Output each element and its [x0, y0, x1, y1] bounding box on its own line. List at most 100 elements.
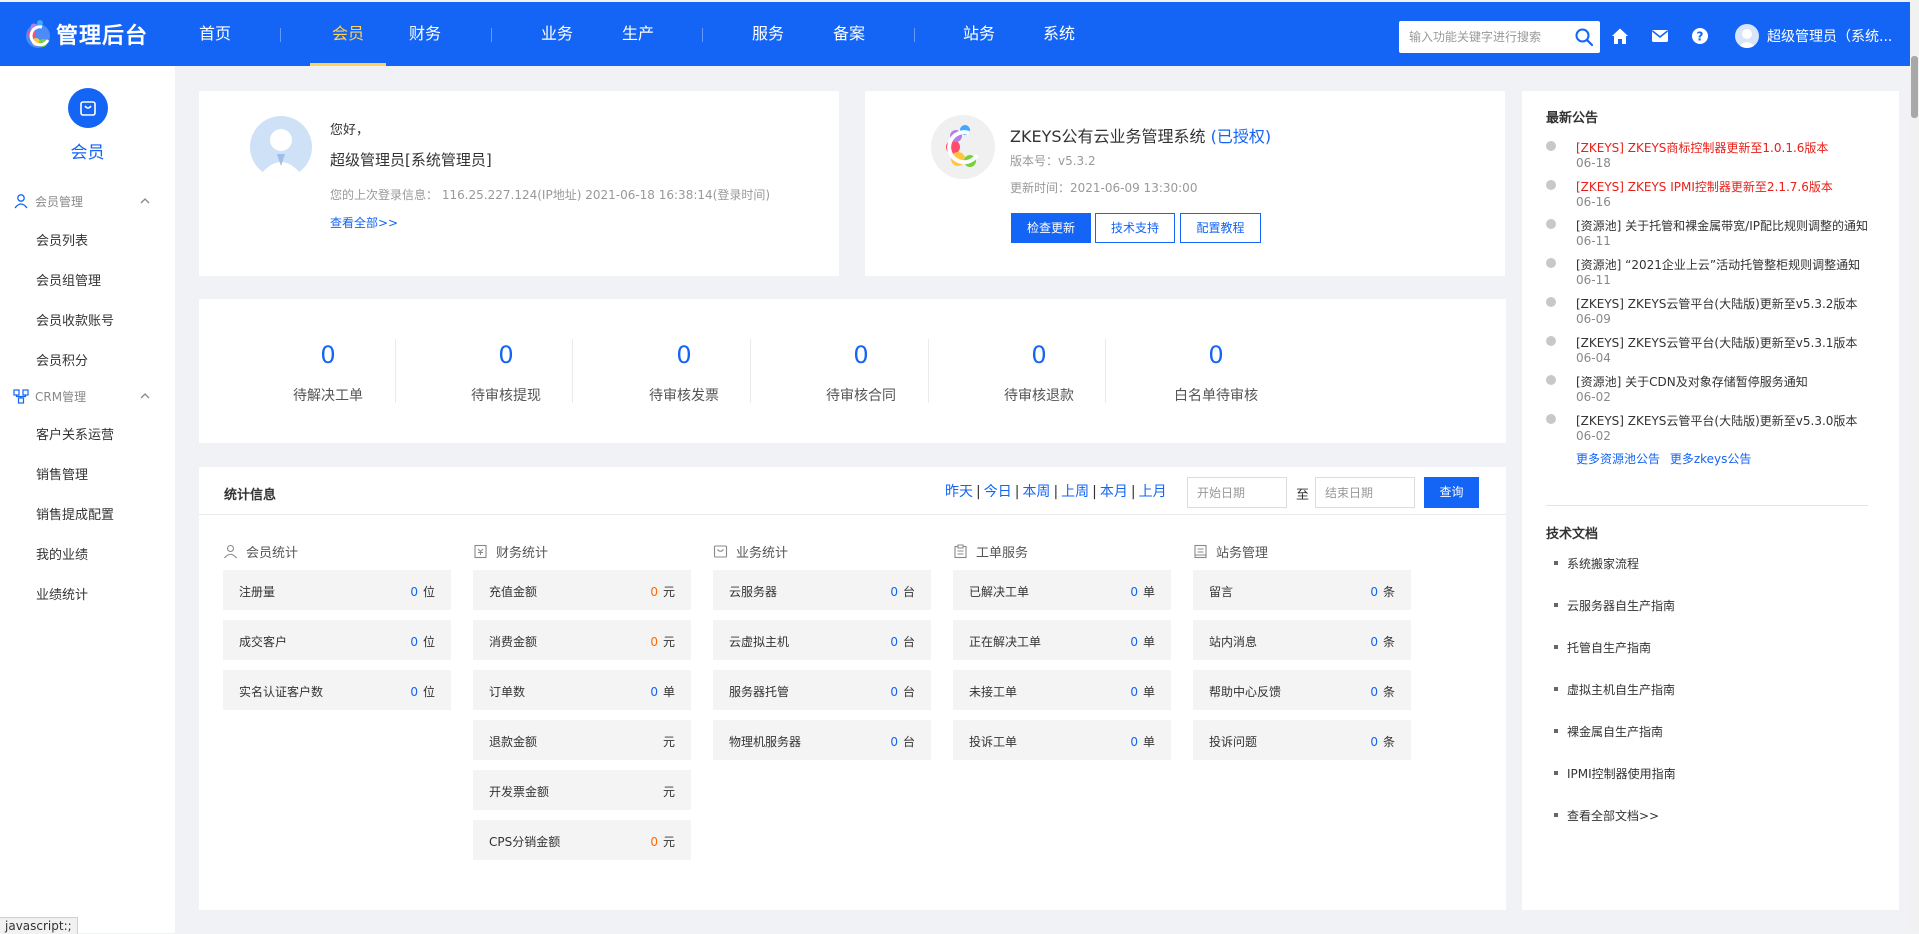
nav-system[interactable]: 系统 — [1042, 2, 1076, 64]
sidebar-item-sales-management[interactable]: 销售管理 — [36, 464, 88, 483]
stat-paying-customers[interactable]: 成交客户 0位 — [223, 620, 451, 660]
stat-server-hosting[interactable]: 服务器托管 0台 — [713, 670, 931, 710]
doc-link[interactable]: 裸金属自生产指南 — [1554, 723, 1663, 740]
stat-cloud-servers[interactable]: 云服务器 0台 — [713, 570, 931, 610]
scrollbar-thumb[interactable] — [1911, 56, 1918, 118]
doc-link[interactable]: 托管自生产指南 — [1554, 639, 1651, 656]
announcement-link[interactable]: [资源池] 关于托管和裸金属带宽/IP配比规则调整的通知 — [1576, 217, 1868, 234]
pending-tickets[interactable]: 0 待解决工单 — [239, 299, 417, 443]
view-all-link[interactable]: 查看全部>> — [330, 214, 398, 231]
home-icon[interactable] — [1610, 26, 1630, 46]
stat-consumption-amount[interactable]: 消费金额 0元 — [473, 620, 691, 660]
config-tutorial-button[interactable]: 配置教程 — [1180, 213, 1261, 243]
check-update-button[interactable]: 检查更新 — [1011, 213, 1091, 243]
stat-refund-amount[interactable]: 退款金额 元 — [473, 720, 691, 760]
sidebar-group-crm-management[interactable]: CRM管理 — [0, 384, 175, 408]
nav-filing[interactable]: 备案 — [832, 2, 866, 64]
stat-value: 元 — [658, 783, 675, 800]
query-button[interactable]: 查询 — [1424, 477, 1479, 508]
range-yesterday[interactable]: 昨天 — [945, 484, 973, 500]
stat-unit: 台 — [902, 635, 915, 649]
stat-site-messages[interactable]: 站内消息 0条 — [1193, 620, 1411, 660]
range-last-month[interactable]: 上月 — [1139, 484, 1167, 500]
stat-order-count[interactable]: 订单数 0单 — [473, 670, 691, 710]
pending-label: 待审核发票 — [649, 388, 719, 404]
stat-physical-servers[interactable]: 物理机服务器 0台 — [713, 720, 931, 760]
view-all-docs-link[interactable]: 查看全部文档>> — [1554, 807, 1659, 824]
stat-invoice-amount[interactable]: 开发票金额 元 — [473, 770, 691, 810]
announcement-link[interactable]: [ZKEYS] ZKEYS IPMI控制器更新至2.1.7.6版本 — [1576, 178, 1833, 195]
sidebar-group-member-management[interactable]: 会员管理 — [0, 189, 175, 213]
announcement-link[interactable]: [资源池] “2021企业上云”活动托管整柜规则调整通知 — [1576, 256, 1860, 273]
range-this-week[interactable]: 本周 — [1022, 484, 1050, 500]
sidebar-item-member-list[interactable]: 会员列表 — [36, 230, 88, 249]
stat-complaint-tickets[interactable]: 投诉工单 0单 — [953, 720, 1171, 760]
stat-unit: 条 — [1382, 635, 1395, 649]
announcement-link[interactable]: [资源池] 关于CDN及对象存储暂停服务通知 — [1576, 373, 1808, 390]
stat-virtual-hosts[interactable]: 云虚拟主机 0台 — [713, 620, 931, 660]
admin-name: 超级管理员[系统管理员] — [330, 151, 492, 169]
sidebar-item-performance-stats[interactable]: 业绩统计 — [36, 584, 88, 603]
sidebar-item-member-payment-accounts[interactable]: 会员收款账号 — [36, 310, 114, 329]
more-zkeys-link[interactable]: 更多zkeys公告 — [1670, 452, 1752, 466]
stat-complaints[interactable]: 投诉问题 0条 — [1193, 720, 1411, 760]
doc-link[interactable]: 云服务器自生产指南 — [1554, 597, 1675, 614]
announcement-link[interactable]: [ZKEYS] ZKEYS云管平台(大陆版)更新至v5.3.1版本 — [1576, 334, 1857, 351]
sidebar-item-customer-relations[interactable]: 客户关系运营 — [36, 424, 114, 443]
announcement-item: [资源池] 关于托管和裸金属带宽/IP配比规则调整的通知 06-11 — [1546, 217, 1876, 253]
nav-production[interactable]: 生产 — [621, 2, 655, 64]
stat-unassigned-tickets[interactable]: 未接工单 0单 — [953, 670, 1171, 710]
start-date-input[interactable] — [1187, 477, 1287, 508]
stat-unit: 元 — [662, 835, 675, 849]
help-icon[interactable]: ? — [1690, 26, 1710, 46]
doc-label: 云服务器自生产指南 — [1567, 599, 1676, 613]
stat-verified-customers[interactable]: 实名认证客户数 0位 — [223, 670, 451, 710]
end-date-input[interactable] — [1315, 477, 1415, 508]
stat-label: 云虚拟主机 — [729, 635, 790, 649]
site-stats-heading: 站务管理 — [1193, 542, 1268, 561]
tech-support-button[interactable]: 技术支持 — [1095, 213, 1175, 243]
announcement-link[interactable]: [ZKEYS] ZKEYS云管平台(大陆版)更新至v5.3.2版本 — [1576, 295, 1857, 312]
function-search — [1399, 21, 1600, 53]
nav-finance[interactable]: 财务 — [408, 2, 442, 64]
announcement-item: [资源池] 关于CDN及对象存储暂停服务通知 06-02 — [1546, 373, 1876, 409]
search-input[interactable] — [1407, 21, 1571, 53]
sidebar-item-member-points[interactable]: 会员积分 — [36, 350, 88, 369]
stat-recharge-amount[interactable]: 充值金额 0元 — [473, 570, 691, 610]
pending-whitelist[interactable]: 0 白名单待审核 — [1127, 299, 1305, 443]
bullet-dot — [1546, 219, 1556, 229]
range-last-week[interactable]: 上周 — [1061, 484, 1089, 500]
stat-help-feedback[interactable]: 帮助中心反馈 0条 — [1193, 670, 1411, 710]
stat-registrations[interactable]: 注册量 0位 — [223, 570, 451, 610]
logo[interactable]: 管理后台 — [22, 16, 148, 52]
more-resource-pool-link[interactable]: 更多资源池公告 — [1576, 452, 1660, 466]
announcement-link[interactable]: [ZKEYS] ZKEYS云管平台(大陆版)更新至v5.3.0版本 — [1576, 412, 1857, 429]
doc-link[interactable]: IPMI控制器使用指南 — [1554, 765, 1676, 782]
range-this-month[interactable]: 本月 — [1100, 484, 1128, 500]
nav-member[interactable]: 会员 — [310, 2, 386, 66]
pending-withdrawals[interactable]: 0 待审核提现 — [417, 299, 595, 443]
stat-resolved-tickets[interactable]: 已解决工单 0单 — [953, 570, 1171, 610]
sidebar-item-commission-config[interactable]: 销售提成配置 — [36, 504, 114, 523]
page-scrollbar[interactable] — [1910, 0, 1919, 933]
doc-link[interactable]: 虚拟主机自生产指南 — [1554, 681, 1675, 698]
pending-contracts[interactable]: 0 待审核合同 — [772, 299, 950, 443]
search-icon[interactable] — [1574, 27, 1594, 47]
nav-site-affairs[interactable]: 站务 — [962, 2, 996, 64]
stat-number: 0 — [410, 635, 418, 649]
nav-business[interactable]: 业务 — [540, 2, 574, 64]
mail-icon[interactable] — [1650, 26, 1670, 46]
range-today[interactable]: 今日 — [984, 484, 1012, 500]
nav-service[interactable]: 服务 — [751, 2, 785, 64]
sidebar-item-member-groups[interactable]: 会员组管理 — [36, 270, 101, 289]
user-menu[interactable]: 超级管理员（系统... — [1735, 23, 1892, 49]
announcement-link[interactable]: [ZKEYS] ZKEYS商标控制器更新至1.0.1.6版本 — [1576, 139, 1828, 156]
nav-home[interactable]: 首页 — [198, 2, 232, 64]
pending-refunds[interactable]: 0 待审核退款 — [950, 299, 1128, 443]
stat-cps-amount[interactable]: CPS分销金额 0元 — [473, 820, 691, 860]
pending-invoices[interactable]: 0 待审核发票 — [595, 299, 773, 443]
sidebar-item-my-performance[interactable]: 我的业绩 — [36, 544, 88, 563]
stat-in-progress-tickets[interactable]: 正在解决工单 0单 — [953, 620, 1171, 660]
stat-messages[interactable]: 留言 0条 — [1193, 570, 1411, 610]
doc-link[interactable]: 系统搬家流程 — [1554, 555, 1639, 572]
